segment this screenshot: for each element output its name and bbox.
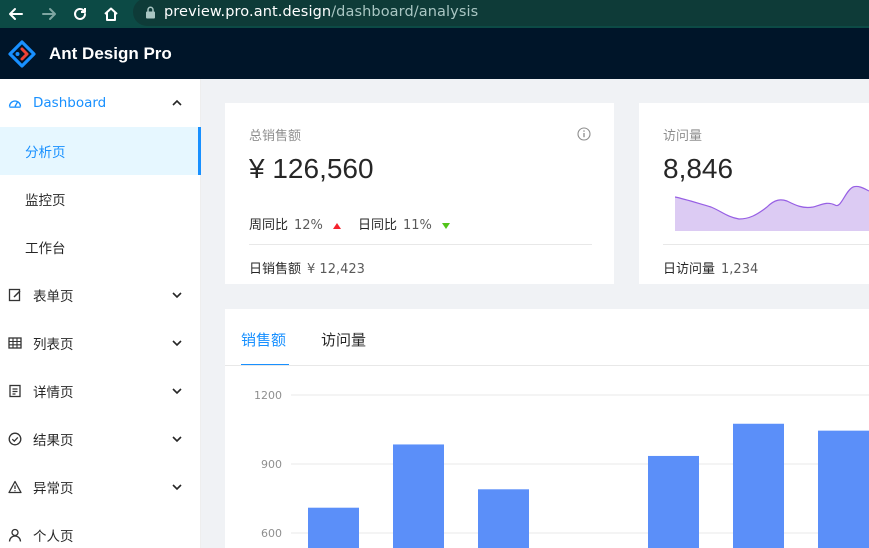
back-button[interactable] — [3, 2, 29, 26]
tab-visits[interactable]: 访问量 — [321, 329, 366, 350]
sidebar-item-form[interactable]: 表单页 — [0, 271, 201, 319]
home-button[interactable] — [98, 2, 124, 26]
day-compare: 日同比 11% — [358, 214, 451, 233]
chevron-up-icon — [172, 99, 182, 106]
card-divider — [663, 244, 869, 245]
url-host: preview.pro.ant.design — [164, 4, 332, 20]
y-tick-label: 900 — [261, 458, 282, 471]
visits-area-chart — [675, 185, 869, 231]
footer-value: 1,234 — [721, 262, 759, 277]
reload-icon — [74, 7, 86, 20]
day-compare-label: 日同比 — [358, 218, 398, 233]
total-sales-card: 总销售额 ¥ 126,560 周同比 12% 日同比 11% 日销售额 ¥ 12,42… — [225, 103, 614, 284]
app-title: Ant Design Pro — [49, 43, 172, 63]
sidebar-item-monitor[interactable]: 监控页 — [0, 175, 201, 223]
chevron-down-icon — [172, 388, 182, 395]
warning-icon — [8, 480, 22, 494]
table-icon — [8, 337, 22, 349]
day-compare-value: 11% — [403, 218, 432, 233]
ant-design-logo-icon[interactable] — [8, 39, 36, 68]
sidebar-item-label: 分析页 — [25, 145, 66, 161]
y-tick-label: 600 — [261, 527, 282, 540]
url-text: preview.pro.ant.design/dashboard/analysi… — [164, 4, 478, 20]
caret-down-icon — [442, 223, 451, 229]
browser-toolbar: preview.pro.ant.design/dashboard/analysi… — [0, 0, 869, 28]
address-bar[interactable]: preview.pro.ant.design/dashboard/analysi… — [133, 0, 869, 26]
sidebar-item-label: Dashboard — [33, 95, 107, 111]
sidebar-menu: Dashboard 分析页 监控页 工作台 表单页 列表页 详情页 结果页 异常… — [0, 79, 201, 548]
sidebar-item-label: 表单页 — [33, 289, 74, 305]
url-path: /dashboard/analysis — [331, 4, 479, 20]
card-value: ¥ 126,560 — [249, 153, 374, 184]
chevron-down-icon — [172, 436, 182, 443]
visits-area-fill — [675, 186, 869, 231]
forward-button[interactable] — [36, 2, 62, 26]
chevron-down-icon — [172, 484, 182, 491]
card-label: 访问量 — [663, 129, 703, 144]
week-compare: 周同比 12% — [249, 214, 342, 233]
sales-bar[interactable] — [818, 430, 869, 548]
sales-bar-chart: 1200 900 600 — [254, 389, 869, 548]
profile-icon — [9, 384, 21, 398]
sidebar-item-label: 个人页 — [33, 529, 74, 545]
dashboard-icon — [8, 100, 22, 108]
info-circle-icon[interactable] — [577, 127, 591, 141]
sidebar-item-label: 监控页 — [25, 193, 66, 209]
app-header: Ant Design Pro — [0, 28, 869, 79]
sidebar-item-label: 结果页 — [33, 433, 74, 449]
chevron-down-icon — [172, 340, 182, 347]
user-icon — [8, 528, 22, 542]
footer-value: ¥ 12,423 — [307, 262, 365, 277]
sidebar-item-exception[interactable]: 异常页 — [0, 463, 201, 511]
arrow-left-icon — [9, 8, 23, 20]
check-circle-icon — [8, 432, 22, 446]
lock-icon — [146, 6, 155, 18]
sales-bar[interactable] — [393, 444, 444, 548]
sidebar-item-result[interactable]: 结果页 — [0, 415, 201, 463]
chevron-down-icon — [172, 292, 182, 299]
sidebar-item-workplace[interactable]: 工作台 — [0, 223, 201, 271]
active-indicator — [198, 127, 201, 175]
footer-label: 日访问量 — [663, 262, 716, 277]
card-footer: 日访问量 1,234 — [663, 258, 758, 277]
form-icon — [8, 288, 21, 302]
footer-label: 日销售额 — [249, 262, 302, 277]
sales-bar[interactable] — [648, 455, 699, 548]
sidebar-item-label: 工作台 — [25, 241, 66, 257]
sidebar-item-dashboard[interactable]: Dashboard — [0, 79, 201, 127]
reload-button[interactable] — [67, 2, 93, 26]
home-icon — [104, 7, 118, 21]
card-label: 总销售额 — [249, 129, 302, 144]
visits-card: 访问量 8,846 日访问量 1,234 — [639, 103, 869, 284]
week-compare-value: 12% — [294, 218, 323, 233]
sales-bar[interactable] — [308, 507, 359, 548]
sidebar-item-list[interactable]: 列表页 — [0, 319, 201, 367]
sidebar-item-account[interactable]: 个人页 — [0, 511, 201, 548]
y-tick-label: 1200 — [254, 389, 282, 402]
sidebar-item-label: 详情页 — [33, 385, 74, 401]
sales-chart-card: 销售额 访问量 1200 900 600 — [225, 309, 869, 548]
card-footer: 日销售额 ¥ 12,423 — [249, 258, 365, 277]
sales-bar[interactable] — [733, 423, 784, 548]
arrow-right-icon — [42, 8, 56, 20]
sales-bar[interactable] — [478, 489, 529, 548]
sidebar-item-label: 列表页 — [33, 337, 74, 353]
card-divider — [249, 244, 592, 245]
week-compare-label: 周同比 — [249, 218, 289, 233]
sidebar-item-profile[interactable]: 详情页 — [0, 367, 201, 415]
tab-sales[interactable]: 销售额 — [241, 329, 286, 350]
sidebar-item-label: 异常页 — [33, 481, 74, 497]
sidebar-item-analysis[interactable]: 分析页 — [0, 127, 201, 175]
caret-up-icon — [333, 223, 342, 229]
